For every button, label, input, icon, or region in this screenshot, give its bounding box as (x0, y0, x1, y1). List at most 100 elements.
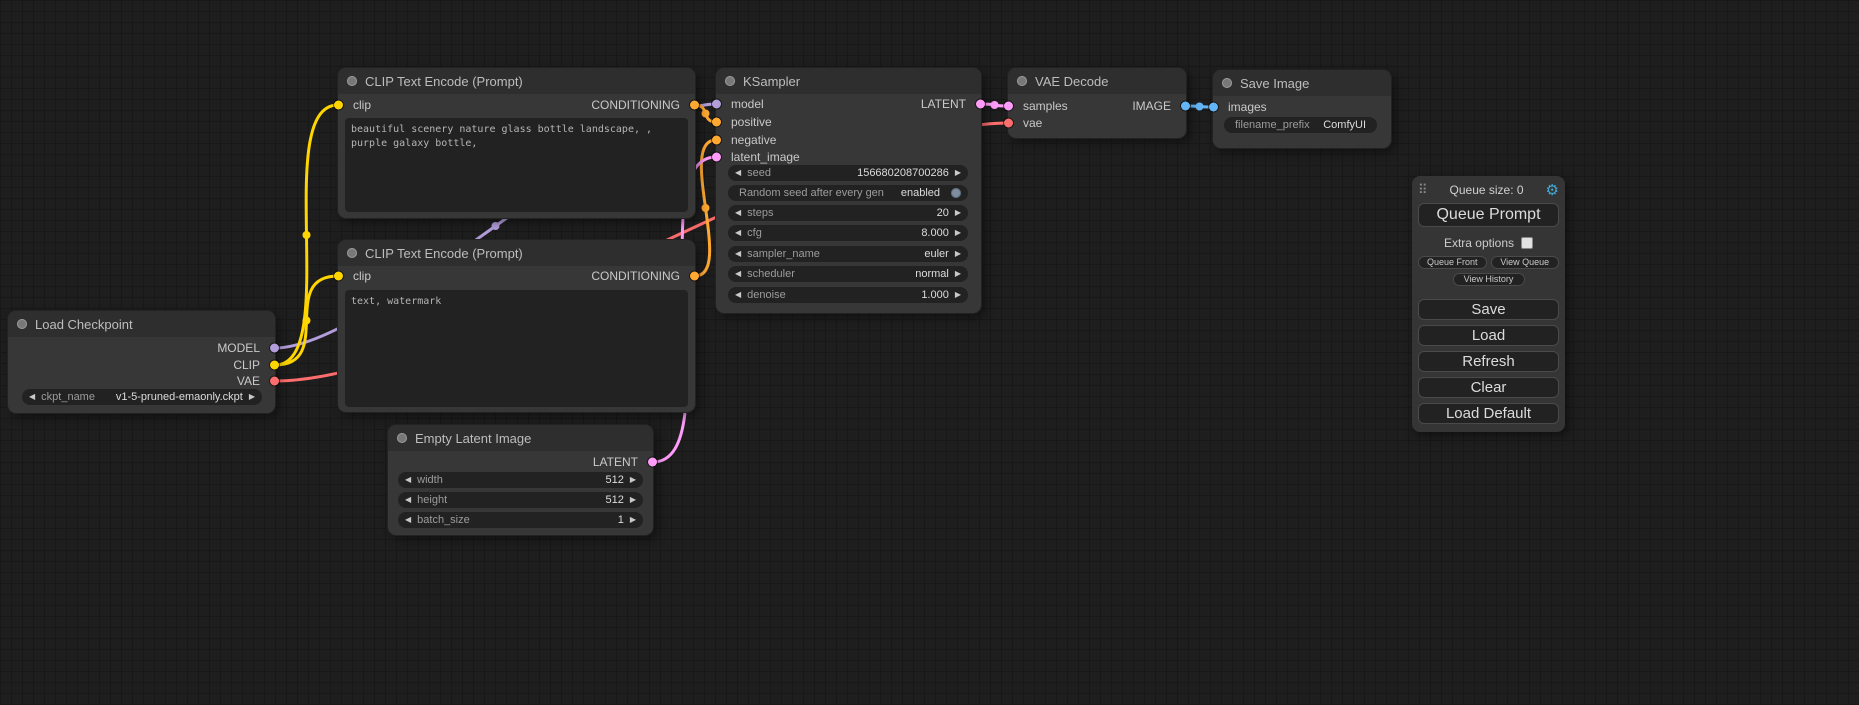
settings-gear-icon[interactable] (1546, 181, 1559, 200)
node-title-bar[interactable]: VAE Decode (1008, 68, 1186, 94)
node-title-bar[interactable]: Save Image (1213, 70, 1391, 96)
collapse-toggle-icon[interactable] (347, 76, 357, 86)
node-save-image[interactable]: Save Image images filename_prefix ComfyU… (1213, 70, 1391, 148)
load-default-button[interactable]: Load Default (1418, 403, 1559, 424)
node-title: KSampler (743, 74, 800, 89)
collapse-toggle-icon[interactable] (1222, 78, 1232, 88)
increment-arrow-icon[interactable] (955, 169, 961, 177)
increment-arrow-icon[interactable] (630, 476, 636, 484)
height-widget[interactable]: height 512 (398, 492, 643, 508)
output-slot-latent[interactable] (648, 458, 657, 467)
queue-front-button[interactable]: Queue Front (1418, 256, 1487, 269)
increment-arrow-icon[interactable] (955, 229, 961, 237)
queue-menu-panel[interactable]: Queue size: 0 Queue Prompt Extra options… (1412, 176, 1565, 432)
widget-name: height (417, 494, 447, 506)
spacer (1418, 290, 1559, 299)
increment-arrow-icon[interactable] (249, 393, 255, 401)
node-title-bar[interactable]: Empty Latent Image (388, 425, 653, 451)
output-slot-model[interactable] (270, 344, 279, 353)
collapse-toggle-icon[interactable] (347, 248, 357, 258)
input-slot-samples[interactable] (1004, 102, 1013, 111)
input-slot-positive[interactable] (712, 118, 721, 127)
filename-prefix-widget[interactable]: filename_prefix ComfyUI (1224, 117, 1377, 133)
node-title-bar[interactable]: CLIP Text Encode (Prompt) (338, 240, 695, 266)
input-slot-clip[interactable] (334, 272, 343, 281)
batch-size-widget[interactable]: batch_size 1 (398, 512, 643, 528)
negative-prompt-textarea[interactable]: text, watermark (345, 290, 688, 407)
link-midpoint-dot (1196, 103, 1204, 111)
node-clip-text-encode-positive[interactable]: CLIP Text Encode (Prompt) clip CONDITION… (338, 68, 695, 218)
decrement-arrow-icon[interactable] (735, 169, 741, 177)
node-title-bar[interactable]: KSampler (716, 68, 981, 94)
positive-prompt-textarea[interactable]: beautiful scenery nature glass bottle la… (345, 118, 688, 212)
node-title: Empty Latent Image (415, 431, 531, 446)
decrement-arrow-icon[interactable] (29, 393, 35, 401)
widget-value: 512 (605, 474, 623, 486)
collapse-toggle-icon[interactable] (17, 319, 27, 329)
increment-arrow-icon[interactable] (630, 496, 636, 504)
output-slot-vae[interactable] (270, 377, 279, 386)
widget-value: 156680208700286 (857, 167, 949, 179)
input-slot-vae[interactable] (1004, 119, 1013, 128)
save-button[interactable]: Save (1418, 299, 1559, 320)
output-slot-latent[interactable] (976, 100, 985, 109)
increment-arrow-icon[interactable] (955, 209, 961, 217)
increment-arrow-icon[interactable] (955, 270, 961, 278)
width-widget[interactable]: width 512 (398, 472, 643, 488)
decrement-arrow-icon[interactable] (735, 250, 741, 258)
toggle-dot-icon[interactable] (951, 188, 961, 198)
input-slot-clip[interactable] (334, 101, 343, 110)
node-vae-decode[interactable]: VAE Decode samples IMAGE vae (1008, 68, 1186, 138)
input-slot-latent-image[interactable] (712, 153, 721, 162)
scheduler-widget[interactable]: scheduler normal (728, 266, 968, 282)
decrement-arrow-icon[interactable] (735, 209, 741, 217)
input-slot-negative[interactable] (712, 136, 721, 145)
decrement-arrow-icon[interactable] (735, 291, 741, 299)
collapse-toggle-icon[interactable] (1017, 76, 1027, 86)
decrement-arrow-icon[interactable] (405, 496, 411, 504)
output-slot-conditioning[interactable] (690, 101, 699, 110)
node-title-bar[interactable]: Load Checkpoint (8, 311, 275, 337)
node-empty-latent-image[interactable]: Empty Latent Image LATENT width 512 heig… (388, 425, 653, 535)
load-button[interactable]: Load (1418, 325, 1559, 346)
view-queue-button[interactable]: View Queue (1491, 256, 1560, 269)
refresh-button[interactable]: Refresh (1418, 351, 1559, 372)
node-clip-text-encode-negative[interactable]: CLIP Text Encode (Prompt) clip CONDITION… (338, 240, 695, 412)
view-history-button[interactable]: View History (1453, 273, 1525, 286)
increment-arrow-icon[interactable] (955, 291, 961, 299)
output-slot-conditioning[interactable] (690, 272, 699, 281)
extra-options-checkbox[interactable] (1521, 237, 1533, 249)
decrement-arrow-icon[interactable] (735, 270, 741, 278)
node-ksampler[interactable]: KSampler model LATENT positive negative … (716, 68, 981, 313)
ckpt-name-widget[interactable]: ckpt_name v1-5-pruned-emaonly.ckpt (22, 389, 262, 405)
input-slot-images[interactable] (1209, 103, 1218, 112)
collapse-toggle-icon[interactable] (725, 76, 735, 86)
input-slot-row: latent_image (716, 149, 981, 165)
extra-options-label: Extra options (1444, 236, 1514, 250)
link-midpoint-dot (303, 317, 311, 325)
decrement-arrow-icon[interactable] (405, 476, 411, 484)
seed-widget[interactable]: seed 156680208700286 (728, 165, 968, 181)
node-title-bar[interactable]: CLIP Text Encode (Prompt) (338, 68, 695, 94)
output-slot-clip[interactable] (270, 361, 279, 370)
drag-handle-icon[interactable] (1418, 181, 1428, 199)
decrement-arrow-icon[interactable] (735, 229, 741, 237)
increment-arrow-icon[interactable] (955, 250, 961, 258)
cfg-widget[interactable]: cfg 8.000 (728, 225, 968, 241)
queue-prompt-button[interactable]: Queue Prompt (1418, 203, 1559, 227)
denoise-widget[interactable]: denoise 1.000 (728, 287, 968, 303)
node-title: Save Image (1240, 76, 1309, 91)
collapse-toggle-icon[interactable] (397, 433, 407, 443)
input-slot-model[interactable] (712, 100, 721, 109)
node-load-checkpoint[interactable]: Load Checkpoint MODEL CLIP VAE ckpt_name… (8, 311, 275, 413)
link-midpoint-dot (303, 231, 311, 239)
clear-button[interactable]: Clear (1418, 377, 1559, 398)
random-seed-toggle-widget[interactable]: Random seed after every gen enabled (728, 185, 968, 201)
output-slot-image[interactable] (1181, 102, 1190, 111)
steps-widget[interactable]: steps 20 (728, 205, 968, 221)
sampler-name-widget[interactable]: sampler_name euler (728, 246, 968, 262)
decrement-arrow-icon[interactable] (405, 516, 411, 524)
node-graph-canvas[interactable]: Load Checkpoint MODEL CLIP VAE ckpt_name… (0, 0, 1859, 705)
increment-arrow-icon[interactable] (630, 516, 636, 524)
link-midpoint-dot (492, 222, 500, 230)
